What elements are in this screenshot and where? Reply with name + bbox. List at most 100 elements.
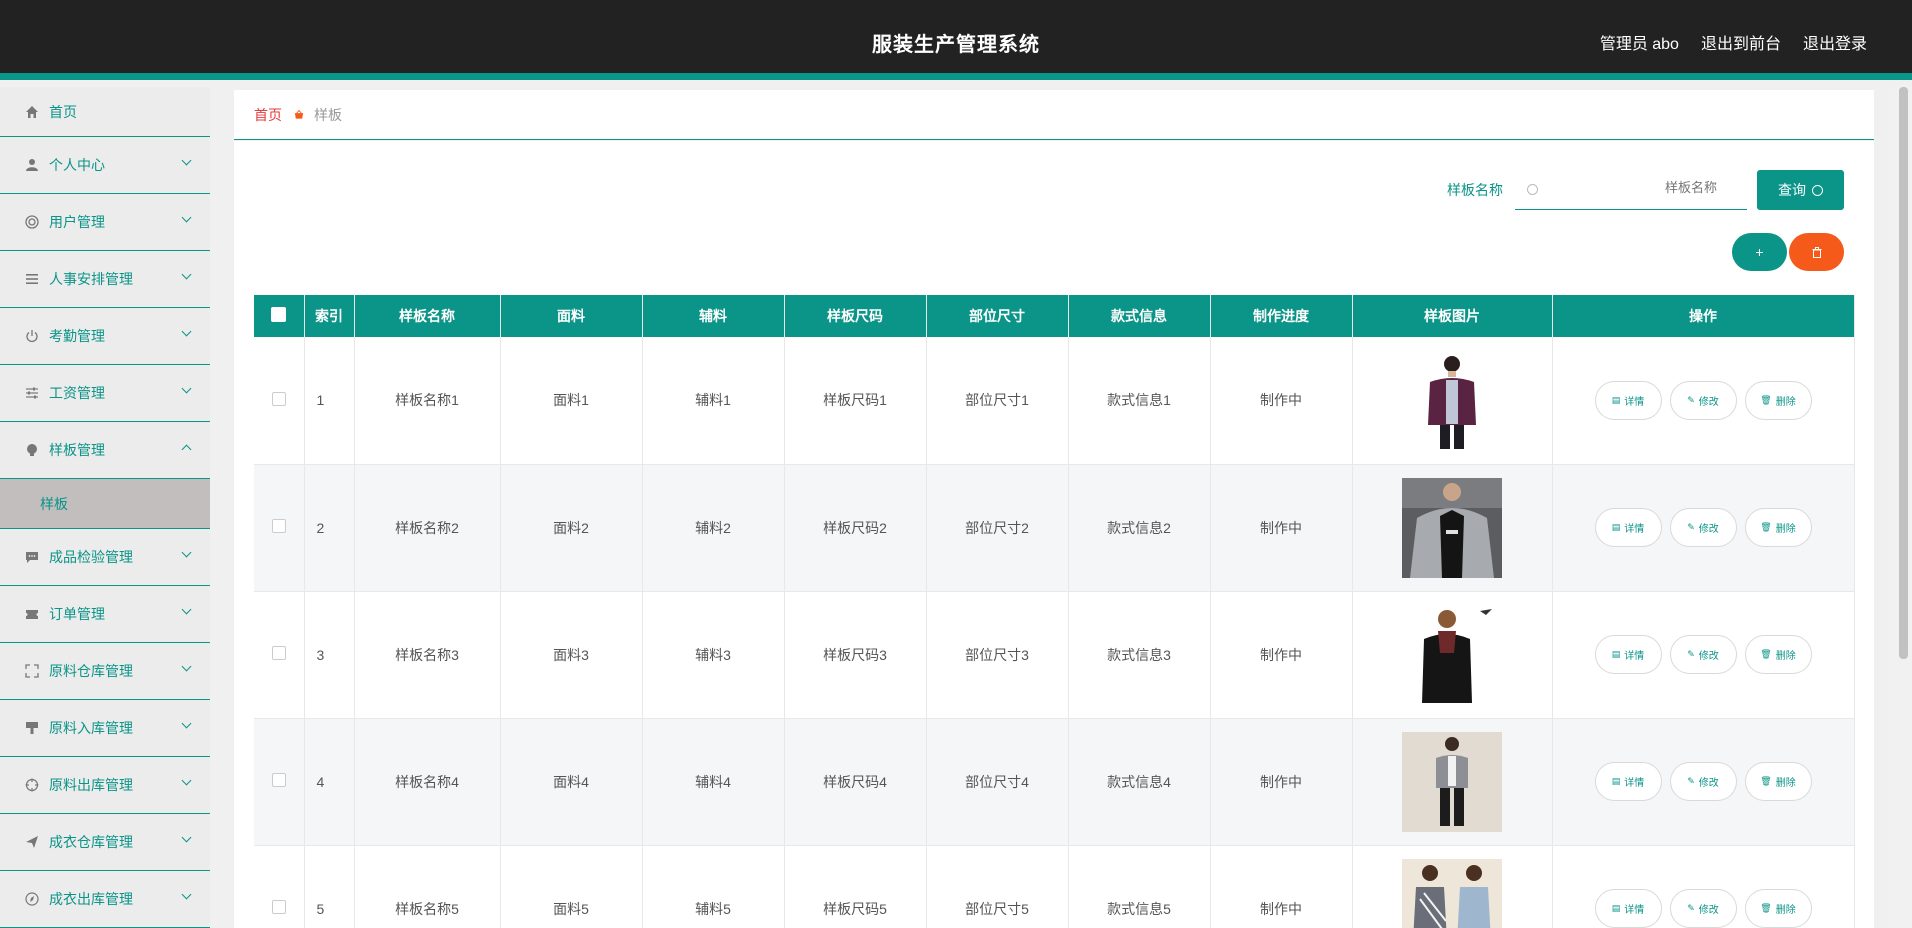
chevron-down-icon <box>181 718 192 729</box>
edit-button[interactable]: ✎ 修改 <box>1669 889 1737 928</box>
row-checkbox[interactable] <box>271 900 286 914</box>
cell-accessory: 辅料5 <box>642 845 785 928</box>
sidebar-item-salary[interactable]: 工资管理 <box>0 365 210 422</box>
search-input[interactable] <box>1567 180 1717 195</box>
add-button[interactable]: + <box>1732 233 1787 271</box>
column-header: 款式信息 <box>1068 295 1211 337</box>
search-button[interactable]: 查询 <box>1757 170 1844 210</box>
cell-accessory: 辅料2 <box>642 464 785 592</box>
breadcrumb-home[interactable]: 首页 <box>254 105 282 125</box>
sample-image[interactable] <box>1402 858 1502 928</box>
sidebar-item-label: 工资管理 <box>49 385 105 401</box>
sidebar-item-orders[interactable]: 订单管理 <box>0 586 210 643</box>
user-icon <box>24 157 40 173</box>
sidebar-item-label: 原料仓库管理 <box>49 663 133 679</box>
sidebar-item-label: 个人中心 <box>49 157 105 173</box>
detail-button[interactable]: ▤ 详情 <box>1594 762 1662 801</box>
row-checkbox[interactable] <box>271 391 286 406</box>
sidebar-item-attendance[interactable]: 考勤管理 <box>0 308 210 365</box>
sidebar-item-users[interactable]: 用户管理 <box>0 194 210 251</box>
search-icon <box>1812 184 1823 196</box>
sidebar-item-profile[interactable]: 个人中心 <box>0 137 210 194</box>
breadcrumb: 首页 样板 <box>234 90 1874 140</box>
sidebar-item-material-warehouse[interactable]: 原料仓库管理 <box>0 643 210 700</box>
chevron-down-icon <box>181 832 192 843</box>
chevron-down-icon <box>181 889 192 900</box>
detail-button[interactable]: ▤ 详情 <box>1594 380 1662 420</box>
vertical-scrollbar[interactable] <box>1895 87 1912 928</box>
cell-index: 1 <box>304 337 355 465</box>
edit-button[interactable]: ✎ 修改 <box>1669 380 1737 420</box>
sample-image[interactable] <box>1402 604 1502 705</box>
edit-button[interactable]: ✎ 修改 <box>1669 508 1737 547</box>
batch-delete-button[interactable] <box>1789 233 1844 271</box>
cell-actions: ▤ 详情 ✎ 修改 🗑 删除 <box>1552 718 1855 846</box>
home-icon <box>24 104 40 120</box>
cell-size: 样板尺码4 <box>784 718 927 846</box>
detail-label: 详情 <box>1624 524 1645 535</box>
table-row: 4 样板名称4 面料4 辅料4 样板尺码4 部位尺寸4 款式信息4 制作中 ▤ … <box>254 718 1855 846</box>
select-all-checkbox[interactable] <box>271 307 287 322</box>
cell-size: 样板尺码3 <box>784 591 927 719</box>
sample-image[interactable] <box>1402 477 1502 578</box>
detail-button[interactable]: ▤ 详情 <box>1594 889 1662 928</box>
delete-button[interactable]: 🗑 删除 <box>1744 508 1812 547</box>
search-icon <box>1527 184 1538 195</box>
sidebar-item-garment-out[interactable]: 成衣出库管理 <box>0 871 210 928</box>
delete-button[interactable]: 🗑 删除 <box>1744 380 1812 420</box>
document-icon: ▤ <box>1611 776 1621 786</box>
document-icon: ▤ <box>1611 394 1621 405</box>
sample-image[interactable] <box>1402 731 1502 832</box>
search-field[interactable] <box>1515 170 1747 210</box>
power-icon <box>24 328 40 344</box>
detail-button[interactable]: ▤ 详情 <box>1594 635 1662 674</box>
edit-label: 修改 <box>1698 524 1719 535</box>
delete-button[interactable]: 🗑 删除 <box>1744 762 1812 801</box>
row-checkbox[interactable] <box>271 773 286 787</box>
row-select-cell <box>254 337 305 465</box>
column-header: 制作进度 <box>1210 295 1353 337</box>
chevron-down-icon <box>181 383 192 394</box>
scrollbar-thumb[interactable] <box>1899 87 1908 659</box>
sidebar-item-garment-warehouse[interactable]: 成衣仓库管理 <box>0 814 210 871</box>
sidebar-subitem-sample[interactable]: 样板 <box>0 479 210 529</box>
trash-icon <box>1812 246 1821 258</box>
sidebar-item-samples[interactable]: 样板管理 <box>0 422 210 479</box>
logout-link[interactable]: 退出登录 <box>1803 30 1867 54</box>
sample-image[interactable] <box>1402 350 1502 451</box>
edit-button[interactable]: ✎ 修改 <box>1669 635 1737 674</box>
cell-progress: 制作中 <box>1210 591 1353 719</box>
cell-actions: ▤ 详情 ✎ 修改 🗑 删除 <box>1552 337 1855 465</box>
sidebar-item-material-in[interactable]: 原料入库管理 <box>0 700 210 757</box>
sidebar-item-personnel[interactable]: 人事安排管理 <box>0 251 210 308</box>
document-icon: ▤ <box>1611 522 1621 532</box>
delete-button[interactable]: 🗑 删除 <box>1744 635 1812 674</box>
edit-button[interactable]: ✎ 修改 <box>1669 762 1737 801</box>
sidebar-item-home[interactable]: 首页 <box>0 87 210 137</box>
cell-image <box>1352 718 1553 846</box>
cell-index: 5 <box>304 845 355 928</box>
exit-to-front-link[interactable]: 退出到前台 <box>1701 30 1781 54</box>
sidebar-item-inspection[interactable]: 成品检验管理 <box>0 529 210 586</box>
sidebar-item-label: 首页 <box>49 103 77 120</box>
row-checkbox[interactable] <box>271 646 286 660</box>
cell-name: 样板名称1 <box>354 337 501 465</box>
sidebar-item-material-out[interactable]: 原料出库管理 <box>0 757 210 814</box>
document-icon: ▤ <box>1611 903 1621 913</box>
cell-fabric: 面料4 <box>500 718 643 846</box>
admin-user-link[interactable]: 管理员 abo <box>1600 30 1679 54</box>
cell-name: 样板名称5 <box>354 845 501 928</box>
delete-button[interactable]: 🗑 删除 <box>1744 889 1812 928</box>
cell-part: 部位尺寸5 <box>926 845 1069 928</box>
chevron-down-icon <box>181 155 192 166</box>
table-header-row: 索引 样板名称 面料 辅料 样板尺码 部位尺寸 款式信息 制作进度 样板图片 操… <box>254 295 1855 337</box>
document-icon: ▤ <box>1611 649 1621 659</box>
edit-label: 修改 <box>1698 651 1719 662</box>
edit-icon: ✎ <box>1687 522 1695 532</box>
cell-image <box>1352 337 1553 465</box>
crosshair-icon <box>24 777 40 793</box>
column-header: 面料 <box>500 295 643 337</box>
search-button-label: 查询 <box>1778 182 1806 198</box>
row-checkbox[interactable] <box>271 519 286 533</box>
detail-button[interactable]: ▤ 详情 <box>1594 508 1662 547</box>
